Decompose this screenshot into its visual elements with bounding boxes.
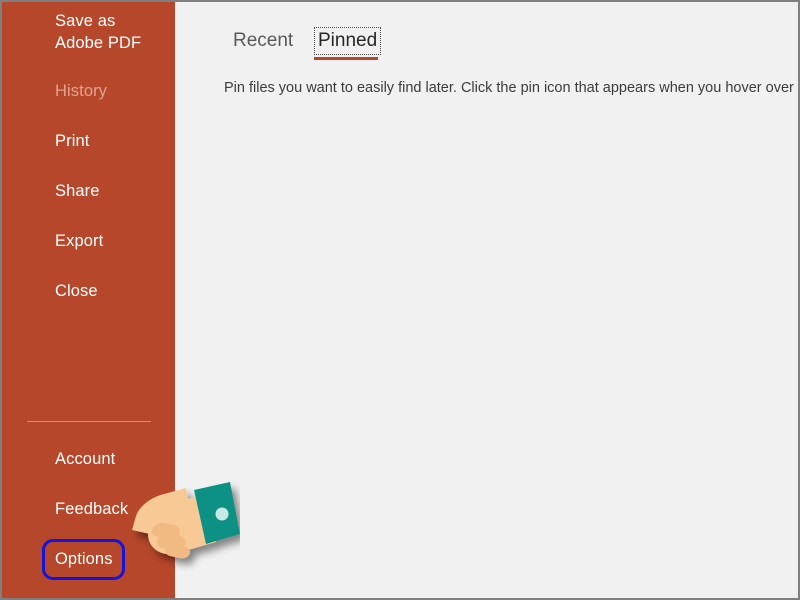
sidebar-separator bbox=[27, 421, 151, 422]
backstage-main-pane: Recent Pinned Pin files you want to easi… bbox=[175, 2, 798, 598]
sidebar-item-account[interactable]: Account bbox=[55, 448, 115, 470]
sidebar-item-options[interactable]: Options bbox=[55, 548, 113, 570]
sidebar-item-export[interactable]: Export bbox=[55, 230, 103, 252]
sidebar-item-close[interactable]: Close bbox=[55, 280, 98, 302]
sidebar-item-share[interactable]: Share bbox=[55, 180, 100, 202]
tab-recent[interactable]: Recent bbox=[230, 28, 296, 54]
backstage-sidebar: Save as Adobe PDF History Print Share Ex… bbox=[2, 2, 175, 598]
sidebar-item-feedback[interactable]: Feedback bbox=[55, 498, 128, 520]
tab-strip: Recent Pinned bbox=[175, 2, 798, 64]
backstage-window: Save as Adobe PDF History Print Share Ex… bbox=[0, 0, 800, 600]
sidebar-item-history: History bbox=[55, 82, 108, 100]
tab-pinned-active-underline bbox=[314, 57, 378, 60]
tab-pinned[interactable]: Pinned bbox=[313, 27, 382, 55]
sidebar-item-save-as-adobe-pdf[interactable]: Save as Adobe PDF bbox=[55, 10, 167, 54]
sidebar-item-print[interactable]: Print bbox=[55, 130, 89, 152]
pinned-empty-hint: Pin files you want to easily find later.… bbox=[224, 80, 798, 96]
